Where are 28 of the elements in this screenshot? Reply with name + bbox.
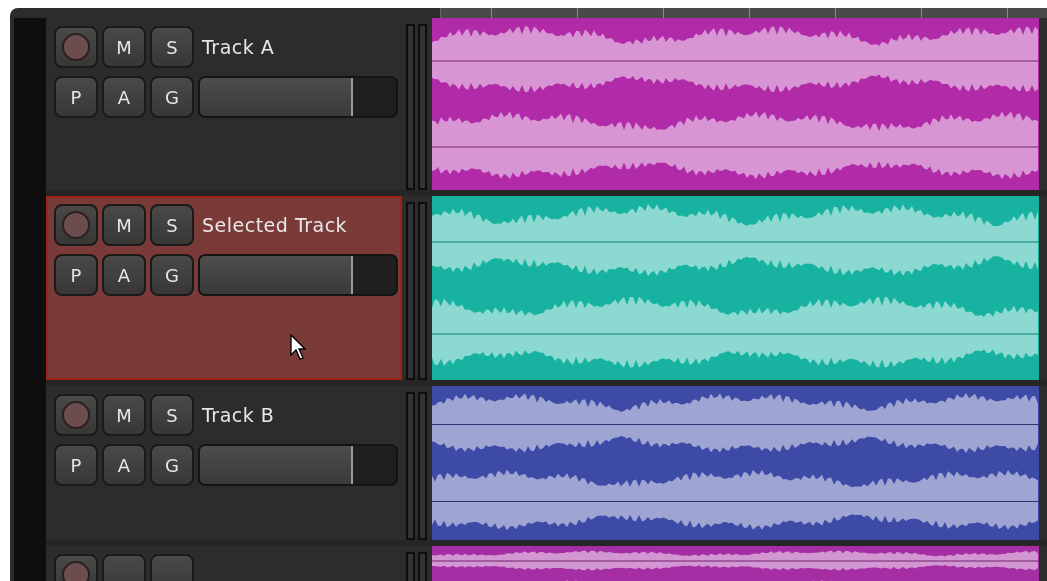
fader-fill[interactable] — [200, 446, 353, 484]
track-button[interactable]: A — [102, 254, 146, 296]
track-button[interactable]: S — [150, 204, 194, 246]
track-button[interactable]: M — [102, 204, 146, 246]
track-button[interactable]: S — [150, 26, 194, 68]
track-button[interactable]: G — [150, 254, 194, 296]
track-button[interactable]: S — [150, 394, 194, 436]
track-button[interactable]: A — [102, 76, 146, 118]
track-name: Track A — [202, 36, 275, 58]
track-name: Track B — [202, 404, 275, 426]
track-header[interactable]: M S Selected Track P A G — [46, 196, 402, 380]
record-button[interactable] — [54, 26, 98, 68]
track-button[interactable]: M — [102, 394, 146, 436]
pointer-icon — [290, 334, 306, 360]
record-button[interactable] — [54, 394, 98, 436]
track-button[interactable]: G — [150, 444, 194, 486]
track-header[interactable]: M S Track A P A G — [46, 18, 402, 190]
fader-fill[interactable] — [200, 256, 353, 294]
track-name: Selected Track — [202, 214, 348, 236]
track-button[interactable]: P — [54, 444, 98, 486]
record-button[interactable] — [54, 204, 98, 246]
track-button[interactable]: G — [150, 76, 194, 118]
track-button[interactable]: A — [102, 444, 146, 486]
track-header[interactable]: M S Track B P A G — [46, 386, 402, 540]
fader-fill[interactable] — [200, 78, 353, 116]
track-button[interactable]: P — [54, 76, 98, 118]
track-button[interactable]: P — [54, 254, 98, 296]
track-button[interactable]: M — [102, 26, 146, 68]
